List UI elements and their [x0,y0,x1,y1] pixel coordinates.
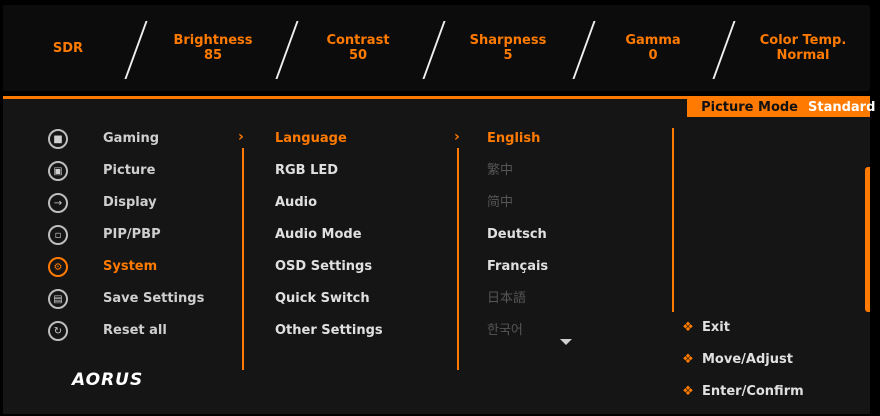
contrast-value: 50 [348,48,368,63]
menu-item-save-settings[interactable]: Save Settings [103,289,204,309]
gamma-label: Gamma [625,33,681,48]
brightness-label: Brightness [173,33,253,48]
sdr-label: SDR [52,40,84,56]
gamma-value: 0 [648,48,658,63]
save-icon: ▤ [48,289,68,309]
joystick-updown-icon: ❖ [682,352,694,367]
gamma-stat: Gamma 0 [603,5,703,91]
picture-mode-label: Picture Mode [687,99,808,117]
submenu-item-audio[interactable]: Audio [275,193,317,213]
move-hint-label: Move/Adjust [702,352,793,367]
display-input-icon: → [48,193,68,213]
gear-icon: ⚙ [48,257,68,277]
joystick-press-icon: ❖ [682,384,694,399]
aorus-logo: AORUS [72,370,144,390]
language-option-deutsch[interactable]: Deutsch [487,225,547,245]
sharpness-label: Sharpness [469,33,547,48]
language-option-simplified-chinese[interactable]: 简中 [487,193,513,213]
status-bar: SDR Brightness 85 Contrast 50 Sharpness … [3,5,870,91]
move-hint: ❖ Move/Adjust [680,350,793,370]
submenu-item-other-settings[interactable]: Other Settings [275,321,383,341]
submenu-item-rgb-led[interactable]: RGB LED [275,161,338,181]
language-option-traditional-chinese[interactable]: 繁中 [487,161,513,181]
chevron-right-icon: › [454,129,460,145]
menu-item-display[interactable]: Display [103,193,157,213]
submenu-item-language[interactable]: Language [275,129,347,149]
sdr-indicator: SDR [33,5,103,91]
exit-hint: ❖ Exit [680,318,730,338]
osd-screen: SDR Brightness 85 Contrast 50 Sharpness … [0,0,880,416]
scroll-indicator [865,167,870,312]
column-divider [457,148,459,370]
enter-hint-label: Enter/Confirm [702,384,804,399]
enter-hint: ❖ Enter/Confirm [680,382,804,402]
colortemp-stat: Color Temp. Normal [748,5,858,91]
divider [712,21,736,79]
gamepad-icon: ■ [48,129,68,149]
menu-item-picture[interactable]: Picture [103,161,155,181]
menu-item-gaming[interactable]: Gaming [103,129,159,149]
divider [572,21,596,79]
column-divider [672,128,674,312]
menu-item-pip-pbp[interactable]: PIP/PBP [103,225,161,245]
menu-item-system[interactable]: System [103,257,157,277]
language-option-english[interactable]: English [487,129,540,149]
language-option-francais[interactable]: Français [487,257,548,277]
contrast-stat: Contrast 50 [303,5,413,91]
brightness-stat: Brightness 85 [158,5,268,91]
exit-hint-label: Exit [702,320,730,335]
picture-mode-value: Standard [808,99,876,117]
chevron-right-icon: › [238,129,244,145]
contrast-label: Contrast [326,33,390,48]
joystick-left-icon: ❖ [682,320,694,335]
language-option-korean[interactable]: 한국어 [487,321,523,341]
colortemp-label: Color Temp. [759,33,847,48]
divider [422,21,446,79]
scroll-down-icon[interactable] [560,339,572,345]
colortemp-value: Normal [776,48,830,63]
submenu-item-osd-settings[interactable]: OSD Settings [275,257,372,277]
submenu-item-audio-mode[interactable]: Audio Mode [275,225,362,245]
divider [275,21,299,79]
sharpness-stat: Sharpness 5 [453,5,563,91]
sharpness-value: 5 [503,48,513,63]
brightness-value: 85 [203,48,223,63]
submenu-item-quick-switch[interactable]: Quick Switch [275,289,370,309]
column-divider [242,148,244,370]
reset-icon: ↻ [48,321,68,341]
divider [124,21,148,79]
language-option-japanese[interactable]: 日本語 [487,289,526,309]
menu-item-reset-all[interactable]: Reset all [103,321,167,341]
picture-icon: ▣ [48,161,68,181]
pip-icon: ▫ [48,225,68,245]
